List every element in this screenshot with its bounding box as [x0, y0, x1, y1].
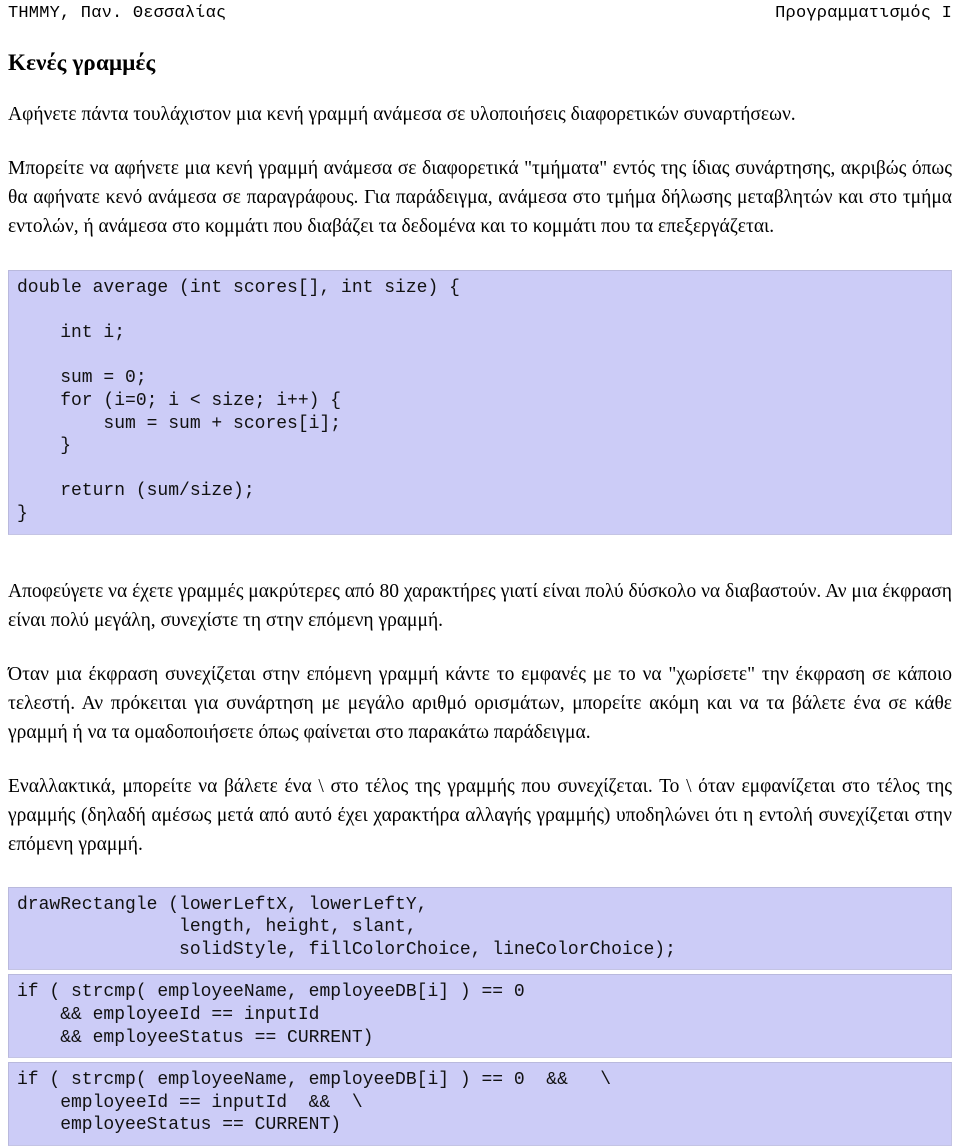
paragraph-2: Μπορείτε να αφήνετε μια κενή γραμμή ανάμ…	[8, 158, 952, 237]
paragraph-5: Εναλλακτικά, μπορείτε να βάλετε ένα \ στ…	[8, 775, 952, 855]
header-course: Προγραμματισμός Ι	[775, 4, 952, 23]
page-title: Κενές γραμμές	[8, 50, 156, 75]
paragraph-4: Όταν μια έκφραση συνεχίζεται στην επόμεν…	[8, 663, 952, 743]
code-spacer	[8, 535, 952, 553]
code-block-group-average: double average (int scores[], int size) …	[8, 270, 952, 535]
code-block-draw-rectangle: drawRectangle (lowerLeftX, lowerLeftY, l…	[8, 886, 952, 971]
paragraph-3: Αποφεύγετε να έχετε γραμμές μακρύτερες α…	[8, 580, 952, 631]
code-block-if-operator-split: if ( strcmp( employeeName, employeeDB[i]…	[8, 974, 952, 1059]
document-page: ΤΗΜΜΥ, Παν. Θεσσαλίας Προγραμματισμός Ι …	[0, 0, 960, 1146]
running-header: ΤΗΜΜΥ, Παν. Θεσσαλίας Προγραμματισμός Ι	[8, 0, 952, 23]
paragraph-1: Αφήνετε πάντα τουλάχιστον μια κενή γραμμ…	[8, 104, 796, 125]
code-block-group-examples: drawRectangle (lowerLeftX, lowerLeftY, l…	[8, 886, 952, 1146]
header-institution: ΤΗΜΜΥ, Παν. Θεσσαλίας	[8, 4, 227, 23]
code-block-average-function: double average (int scores[], int size) …	[8, 270, 952, 535]
code-block-if-backslash-split: if ( strcmp( employeeName, employeeDB[i]…	[8, 1062, 952, 1146]
